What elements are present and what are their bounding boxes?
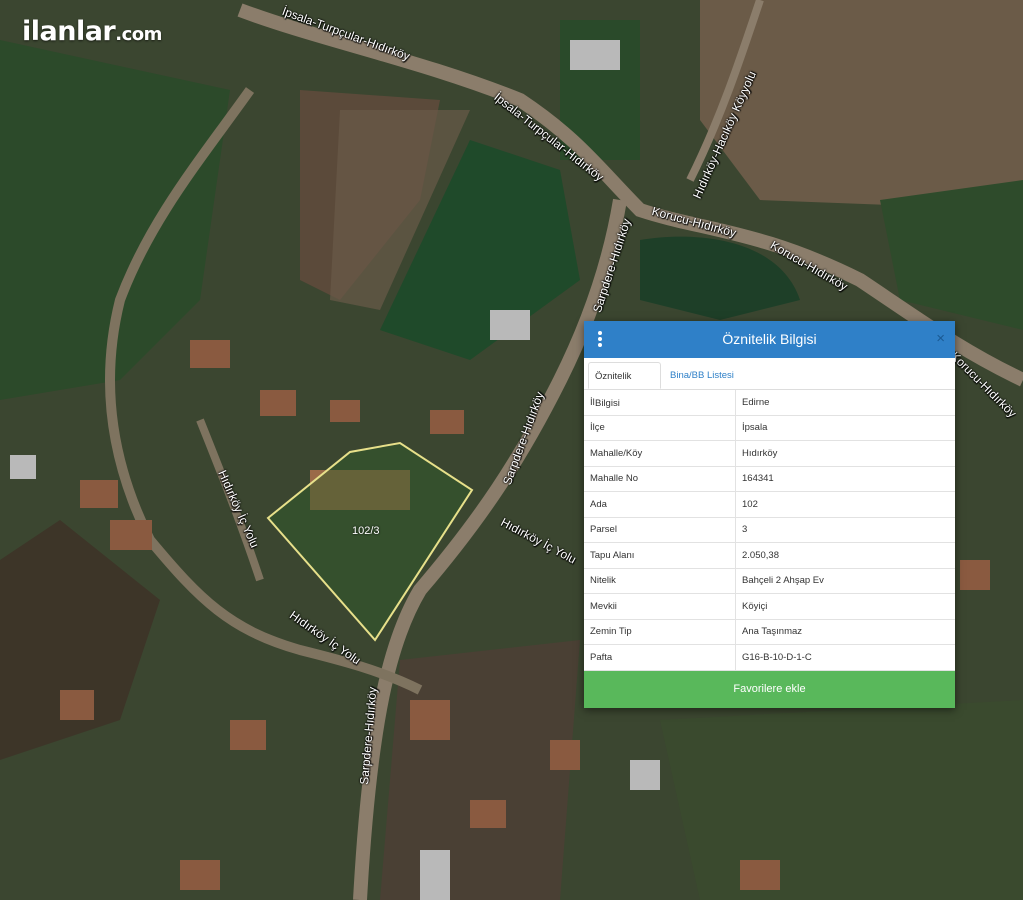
attribute-panel: Öznitelik Bilgisi × Öznitelik Bilgisi Bi… [584, 321, 955, 708]
table-row: Tapu Alanı 2.050,38 [584, 542, 955, 569]
panel-header: Öznitelik Bilgisi × [584, 321, 955, 358]
close-icon[interactable]: × [936, 330, 945, 347]
row-key: Mahalle No [584, 466, 736, 492]
row-value: Ana Taşınmaz [735, 619, 955, 645]
row-key: Nitelik [584, 568, 736, 594]
parcel-label: 102/3 [352, 525, 380, 537]
tab-oznitelik-bilgisi[interactable]: Öznitelik Bilgisi [588, 362, 661, 409]
table-row: Nitelik Bahçeli 2 Ahşap Ev [584, 568, 955, 594]
row-value: Bahçeli 2 Ahşap Ev [735, 568, 955, 594]
row-value: 3 [735, 517, 955, 543]
row-value: Köyiçi [735, 593, 955, 620]
table-row: Ada 102 [584, 491, 955, 518]
add-to-favorites-button[interactable]: Favorilere ekle [584, 671, 955, 708]
row-value: 164341 [735, 466, 955, 492]
row-key: İlçe [584, 415, 736, 441]
row-key: Zemin Tip [584, 619, 736, 645]
table-row: Mevkii Köyiçi [584, 593, 955, 620]
row-key: Pafta [584, 644, 736, 671]
row-key: Ada [584, 491, 736, 518]
tab-bina-bb-listesi[interactable]: Bina/BB Listesi [664, 362, 740, 389]
table-row: Mahalle/Köy Hıdırköy [584, 440, 955, 467]
attribute-table: İl Edirne İlçe İpsala Mahalle/Köy Hıdırköy … [584, 390, 955, 671]
table-row: Parsel 3 [584, 517, 955, 543]
row-value: İpsala [735, 415, 955, 441]
row-value: 102 [735, 491, 955, 518]
row-value: G16-B-10-D-1-C [735, 644, 955, 671]
table-row: Mahalle No 164341 [584, 466, 955, 492]
row-key: Tapu Alanı [584, 542, 736, 569]
row-key: Parsel [584, 517, 736, 543]
panel-title: Öznitelik Bilgisi [722, 331, 817, 347]
table-row: İlçe İpsala [584, 415, 955, 441]
row-key: Mahalle/Köy [584, 440, 736, 467]
table-row: İl Edirne [584, 390, 955, 416]
field-southeast [660, 700, 1023, 900]
row-value: Hıdırköy [735, 440, 955, 467]
ilanlar-logo[interactable]: ilanlar.com [22, 16, 162, 47]
row-value: 2.050,38 [735, 542, 955, 569]
table-row: Pafta G16-B-10-D-1-C [584, 644, 955, 671]
row-value: Edirne [735, 390, 955, 416]
panel-tabs: Öznitelik Bilgisi Bina/BB Listesi [584, 358, 955, 409]
row-key: Mevkii [584, 593, 736, 620]
table-row: Zemin Tip Ana Taşınmaz [584, 619, 955, 645]
